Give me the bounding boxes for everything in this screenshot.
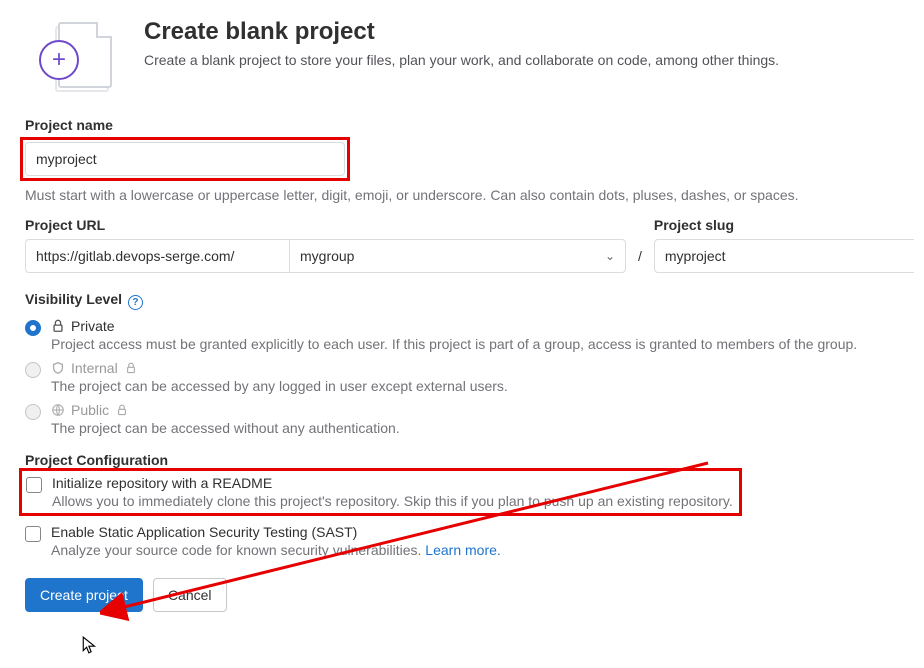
create-project-button[interactable]: Create project [25, 578, 143, 612]
visibility-public-desc: The project can be accessed without any … [51, 420, 899, 436]
visibility-public-radio [25, 404, 41, 420]
visibility-internal-desc: The project can be accessed by any logge… [51, 378, 899, 394]
visibility-internal-label: Internal [71, 360, 118, 376]
learn-more-link[interactable]: Learn more. [425, 542, 500, 558]
mouse-cursor [81, 636, 99, 659]
page-header: + Create blank project Create a blank pr… [25, 18, 899, 93]
project-name-hint: Must start with a lowercase or uppercase… [25, 187, 899, 203]
visibility-private-radio[interactable] [25, 320, 41, 336]
sast-label: Enable Static Application Security Testi… [51, 524, 357, 540]
visibility-internal-radio [25, 362, 41, 378]
lock-icon [115, 403, 129, 417]
readme-checkbox[interactable] [26, 477, 42, 493]
visibility-label: Visibility Level ? [25, 291, 899, 310]
project-config-heading: Project Configuration [25, 452, 899, 468]
lock-icon [124, 361, 138, 375]
page-title: Create blank project [144, 18, 779, 46]
project-url-base [25, 239, 290, 273]
visibility-public-label: Public [71, 402, 109, 418]
shield-icon [51, 361, 65, 375]
namespace-value: mygroup [300, 248, 354, 264]
url-separator: / [638, 248, 642, 264]
namespace-dropdown[interactable]: mygroup ⌄ [290, 239, 626, 273]
project-slug-label: Project slug [654, 217, 914, 233]
project-name-label: Project name [25, 117, 899, 133]
sast-desc: Analyze your source code for known secur… [51, 542, 899, 558]
project-icon: + [25, 18, 120, 93]
cancel-button[interactable]: Cancel [153, 578, 227, 612]
plus-icon: + [39, 40, 79, 80]
lock-icon [51, 319, 65, 333]
globe-icon [51, 403, 65, 417]
page-subtitle: Create a blank project to store your fil… [144, 52, 779, 68]
project-slug-input[interactable] [654, 239, 914, 273]
help-icon[interactable]: ? [128, 295, 143, 310]
sast-checkbox[interactable] [25, 526, 41, 542]
project-name-input[interactable] [25, 142, 345, 176]
readme-desc: Allows you to immediately clone this pro… [52, 493, 733, 509]
readme-label: Initialize repository with a README [52, 475, 272, 491]
visibility-private-label: Private [71, 318, 115, 334]
project-url-label: Project URL [25, 217, 626, 233]
visibility-private-desc: Project access must be granted explicitl… [51, 336, 899, 352]
chevron-down-icon: ⌄ [605, 249, 615, 263]
